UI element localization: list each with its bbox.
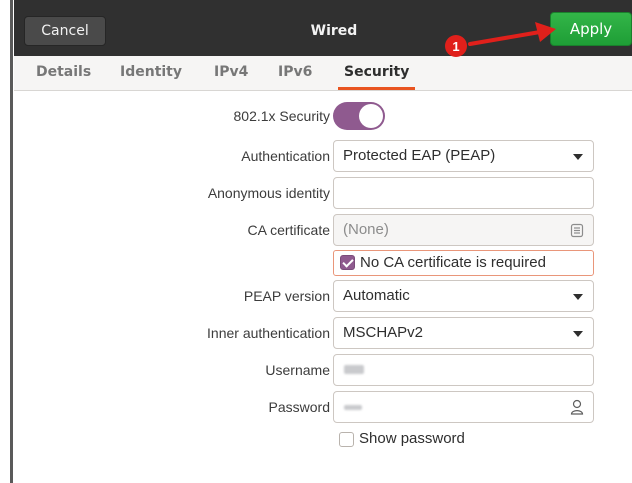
peap-version-value: Automatic xyxy=(343,287,410,304)
tab-bar: Details Identity IPv4 IPv6 Security xyxy=(14,56,632,91)
authentication-dropdown[interactable]: Protected EAP (PEAP) xyxy=(333,140,594,172)
dialog-title: Wired xyxy=(310,23,358,39)
no-ca-required-checkbox-row[interactable]: No CA certificate is required xyxy=(333,250,594,276)
username-label: Username xyxy=(265,362,330,378)
user-icon[interactable] xyxy=(570,399,584,415)
apply-button[interactable]: Apply xyxy=(550,12,632,46)
inner-authentication-dropdown[interactable]: MSCHAPv2 xyxy=(333,317,594,349)
show-password-label[interactable]: Show password xyxy=(359,429,465,449)
show-password-checkbox[interactable] xyxy=(339,432,354,447)
dropdown-arrow-icon xyxy=(573,294,583,300)
tab-identity[interactable]: Identity xyxy=(120,56,182,90)
dropdown-arrow-icon xyxy=(573,154,583,160)
anonymous-identity-label: Anonymous identity xyxy=(207,185,330,201)
left-edge xyxy=(0,0,14,483)
no-ca-required-checkbox[interactable] xyxy=(340,255,355,270)
inner-authentication-value: MSCHAPv2 xyxy=(343,324,424,341)
ca-certificate-field[interactable]: (None) xyxy=(333,214,594,246)
peap-version-dropdown[interactable]: Automatic xyxy=(333,280,594,312)
ca-certificate-label: CA certificate xyxy=(247,222,330,238)
no-ca-required-label: No CA certificate is required xyxy=(360,254,546,271)
wired-settings-dialog: Cancel Wired Apply Details Identity IPv4… xyxy=(14,0,632,483)
security-toggle-switch[interactable] xyxy=(333,102,385,130)
switch-knob xyxy=(359,104,383,128)
peap-version-label: PEAP version xyxy=(243,288,330,304)
tab-security[interactable]: Security xyxy=(337,56,416,90)
tab-details[interactable]: Details xyxy=(36,56,91,90)
authentication-label: Authentication xyxy=(241,148,330,164)
security-toggle-label: 802.1x Security xyxy=(233,108,331,124)
header-bar: Cancel Wired Apply xyxy=(14,0,632,57)
authentication-value: Protected EAP (PEAP) xyxy=(343,147,496,164)
file-chooser-icon[interactable] xyxy=(570,223,584,238)
password-input[interactable] xyxy=(333,391,594,423)
password-label: Password xyxy=(268,399,330,415)
tab-ipv6[interactable]: IPv6 xyxy=(278,56,312,90)
cancel-button[interactable]: Cancel xyxy=(24,16,106,46)
redacted-password xyxy=(344,405,362,410)
tab-ipv4[interactable]: IPv4 xyxy=(214,56,248,90)
anonymous-identity-input[interactable] xyxy=(333,177,594,209)
dropdown-arrow-icon xyxy=(573,331,583,337)
redacted-username xyxy=(344,365,364,374)
ca-certificate-value: (None) xyxy=(343,221,389,238)
username-input[interactable] xyxy=(333,354,594,386)
inner-authentication-label: Inner authentication xyxy=(207,325,330,341)
